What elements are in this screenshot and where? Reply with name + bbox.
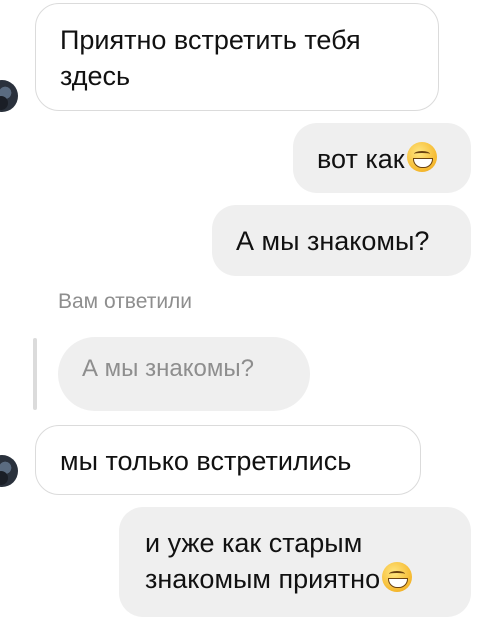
- message-text: А мы знакомы?: [236, 226, 430, 256]
- message-bubble-outgoing[interactable]: и уже как старым знакомым приятно: [119, 507, 471, 617]
- message-text: вот как: [317, 144, 405, 174]
- message-bubble-outgoing[interactable]: А мы знакомы?: [212, 205, 471, 276]
- message-bubble-incoming[interactable]: Приятно встретить тебя здесь: [35, 3, 439, 111]
- grinning-face-emoji-icon: [382, 562, 413, 592]
- reply-indicator-bar: [33, 338, 37, 410]
- message-text: и уже как старым: [145, 528, 363, 558]
- message-text: Приятно встретить тебя: [60, 25, 361, 55]
- message-text: знакомым приятно: [145, 564, 381, 594]
- grinning-face-emoji-icon: [406, 142, 437, 172]
- message-bubble-outgoing[interactable]: вот как: [293, 123, 471, 193]
- message-text: здесь: [60, 61, 131, 91]
- avatar[interactable]: [0, 80, 18, 112]
- message-text: мы только встретились: [60, 446, 352, 476]
- quoted-message[interactable]: А мы знакомы?: [58, 337, 310, 411]
- message-bubble-incoming[interactable]: мы только встретились: [35, 425, 421, 495]
- reply-label: Вам ответили: [58, 290, 193, 313]
- avatar[interactable]: [0, 455, 18, 487]
